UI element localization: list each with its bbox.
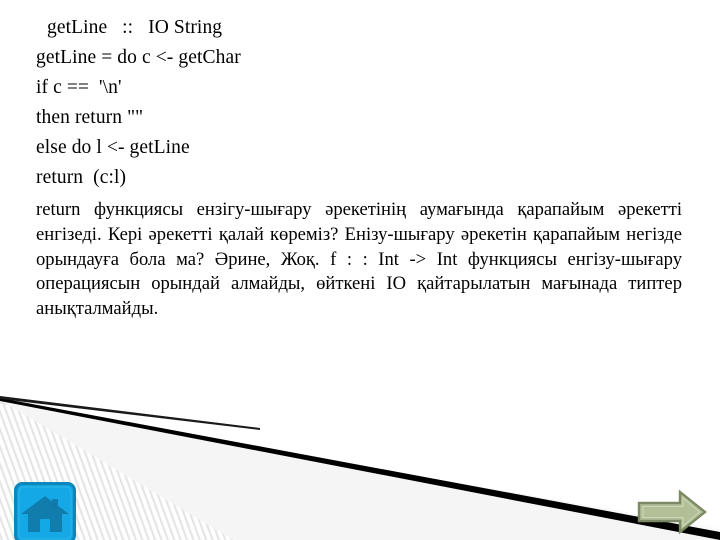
hatched-wedge — [0, 398, 560, 540]
code-line: getLine :: IO String — [42, 17, 223, 38]
arrow-right-icon[interactable] — [636, 489, 708, 535]
bottom-decoration — [0, 380, 720, 540]
slide-canvas: getLine :: IO String getLine = do c <- g… — [0, 0, 720, 540]
next-button[interactable] — [636, 489, 708, 535]
code-line: getLine = do c <- getChar — [36, 47, 241, 68]
black-swoosh — [0, 398, 720, 540]
decoration-svg — [0, 396, 720, 540]
body-paragraph: return функциясы ензігу-шығару әрекетіні… — [36, 199, 682, 320]
hairline-accent — [0, 396, 260, 430]
light-band — [0, 402, 720, 540]
home-button[interactable] — [14, 482, 76, 540]
home-icon[interactable] — [14, 482, 76, 540]
light-band-lower — [0, 400, 720, 540]
code-line: return (c:l) — [36, 167, 127, 188]
slide-body: getLine :: IO String getLine = do c <- g… — [36, 18, 686, 322]
code-line: else do l <- getLine — [36, 137, 190, 158]
code-line: then return "" — [36, 107, 144, 128]
code-line: if c == '\n' — [36, 77, 122, 98]
